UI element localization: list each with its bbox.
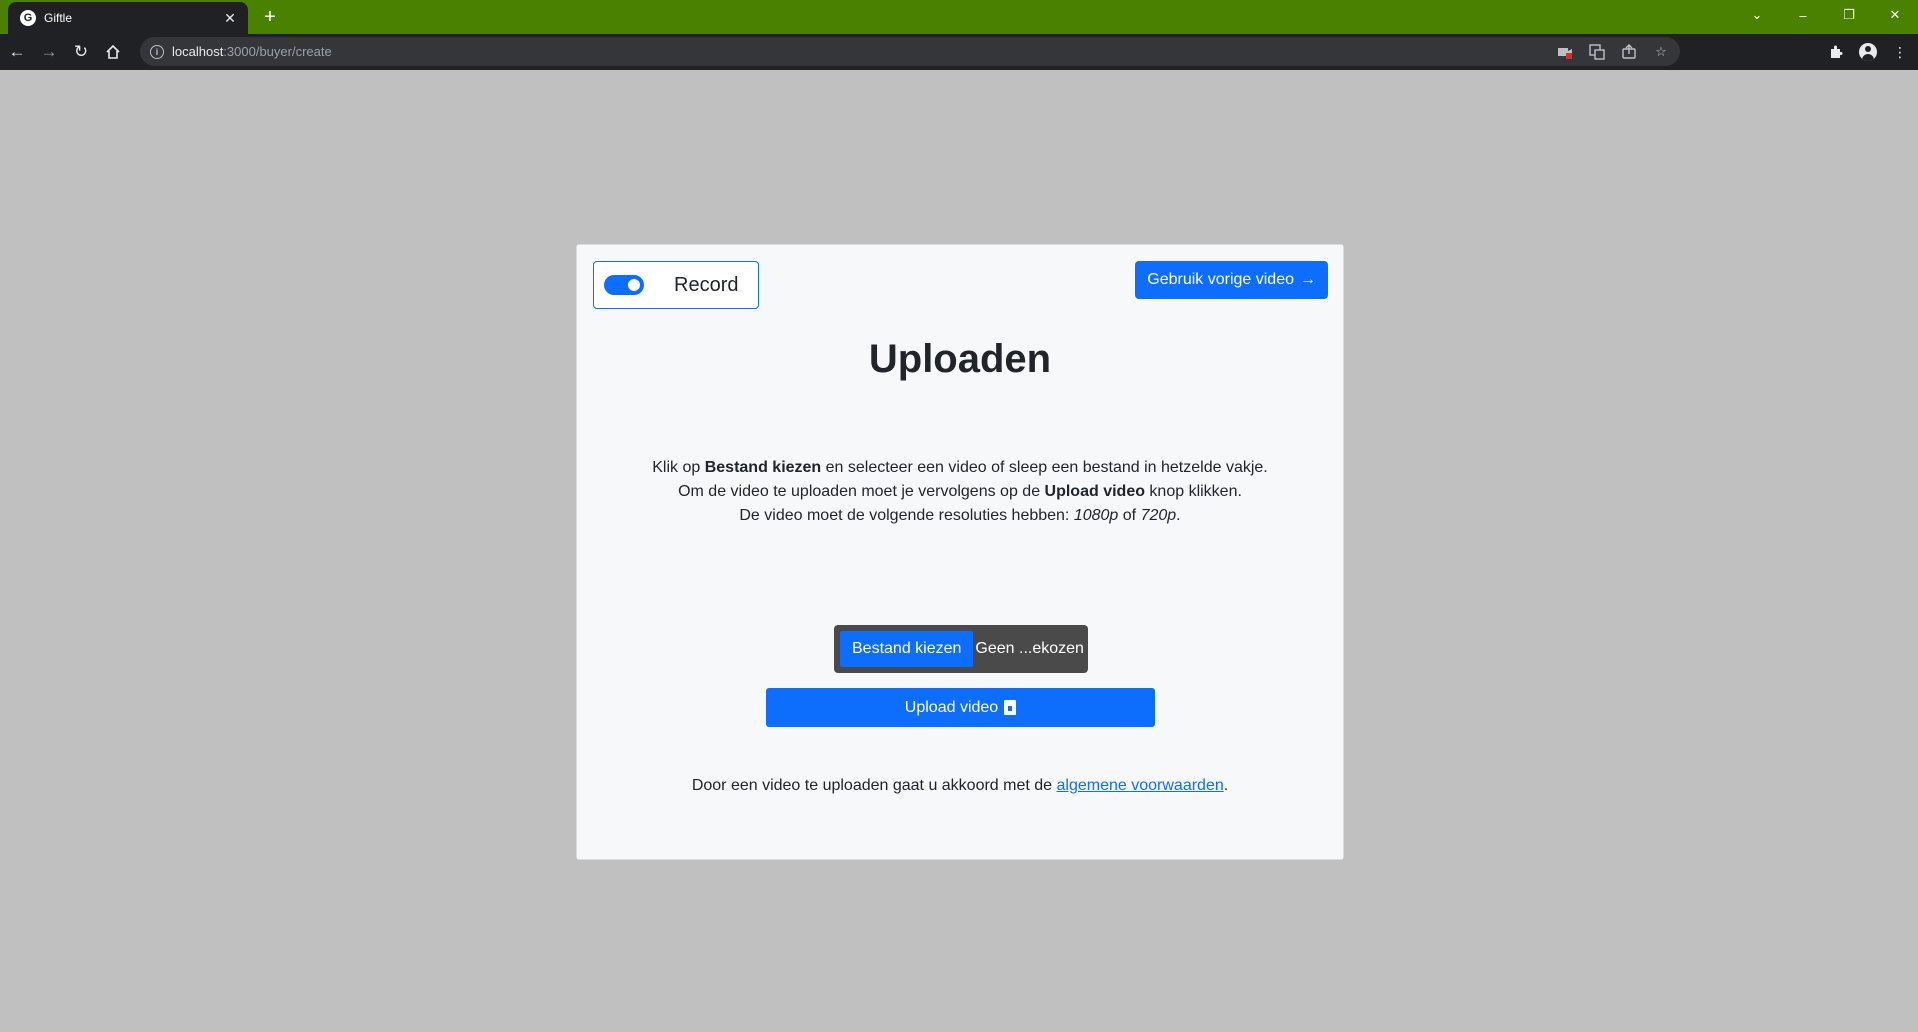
extensions-icon[interactable] (1824, 40, 1848, 64)
record-label: Record (674, 273, 739, 296)
upload-video-button[interactable]: Upload video (766, 688, 1155, 727)
arrow-left-icon: ← (8, 42, 26, 61)
browser-toolbar: ← → ↻ i localhost :3000/buyer/create ☆ ⋮ (0, 34, 1918, 70)
close-tab-icon[interactable]: ✕ (222, 10, 238, 26)
minimize-button[interactable]: – (1780, 0, 1826, 30)
address-bar[interactable]: i localhost :3000/buyer/create ☆ (140, 37, 1680, 66)
page-title: Uploaden (868, 337, 1052, 381)
record-toggle[interactable]: Record (593, 261, 759, 309)
window-controls: ⌄ – ❐ ✕ (1734, 0, 1918, 30)
file-status: Geen ...ekozen (975, 640, 1084, 657)
home-icon (106, 44, 120, 59)
record-switch[interactable] (604, 275, 644, 295)
arrow-right-icon: → (1300, 271, 1316, 288)
terms-notice: Door een video te uploaden gaat u akkoor… (691, 777, 1229, 794)
toolbar-actions: ⋮ (1824, 37, 1912, 67)
site-info-icon[interactable]: i (150, 44, 164, 59)
profile-button[interactable] (1856, 40, 1880, 64)
back-button[interactable]: ← (2, 37, 32, 67)
avatar-icon (1859, 43, 1877, 61)
browser-tab[interactable]: G Giftle ✕ (8, 2, 248, 34)
url-host: localhost (172, 44, 224, 59)
arrow-right-icon: → (40, 42, 58, 61)
instruction-line-2: Om de video te uploaden moet je vervolge… (678, 483, 1242, 500)
use-previous-video-button[interactable]: Gebruik vorige video → (1135, 261, 1328, 299)
home-button[interactable] (98, 37, 128, 67)
camera-blocked-icon[interactable] (1556, 43, 1574, 61)
forward-button[interactable]: → (34, 37, 64, 67)
address-bar-actions: ☆ (1556, 37, 1670, 66)
upload-video-label: Upload video (904, 698, 999, 716)
more-menu-icon[interactable]: ⋮ (1888, 40, 1912, 64)
instruction-line-3: De video moet de volgende resoluties heb… (739, 507, 1181, 524)
share-icon[interactable] (1620, 43, 1638, 61)
restore-button[interactable]: ❐ (1826, 0, 1872, 30)
reload-icon: ↻ (73, 42, 89, 61)
tab-search-button[interactable]: ⌄ (1734, 0, 1780, 30)
new-tab-button[interactable]: + (260, 6, 280, 28)
url-path: :3000/buyer/create (223, 44, 332, 59)
bookmark-star-icon[interactable]: ☆ (1652, 43, 1670, 61)
instruction-line-1: Klik op Bestand kiezen en selecteer een … (652, 459, 1268, 476)
file-upload-icon (1004, 700, 1017, 715)
file-input[interactable]: Bestand kiezen Geen ...ekozen (834, 625, 1088, 673)
terms-link[interactable]: algemene voorwaarden (1057, 777, 1224, 794)
translate-icon[interactable] (1588, 43, 1606, 61)
upload-instructions: Klik op Bestand kiezen en selecteer een … (577, 456, 1343, 528)
use-previous-video-label: Gebruik vorige video (1147, 271, 1294, 288)
upload-card: Record Gebruik vorige video → Uploaden K… (576, 244, 1344, 860)
tab-title: Giftle (44, 11, 73, 25)
close-window-button[interactable]: ✕ (1872, 0, 1918, 30)
favicon-icon: G (20, 10, 36, 26)
reload-button[interactable]: ↻ (66, 37, 96, 67)
tab-strip: G Giftle ✕ + ⌄ – ❐ ✕ (0, 0, 1918, 34)
choose-file-button[interactable]: Bestand kiezen (840, 631, 974, 667)
